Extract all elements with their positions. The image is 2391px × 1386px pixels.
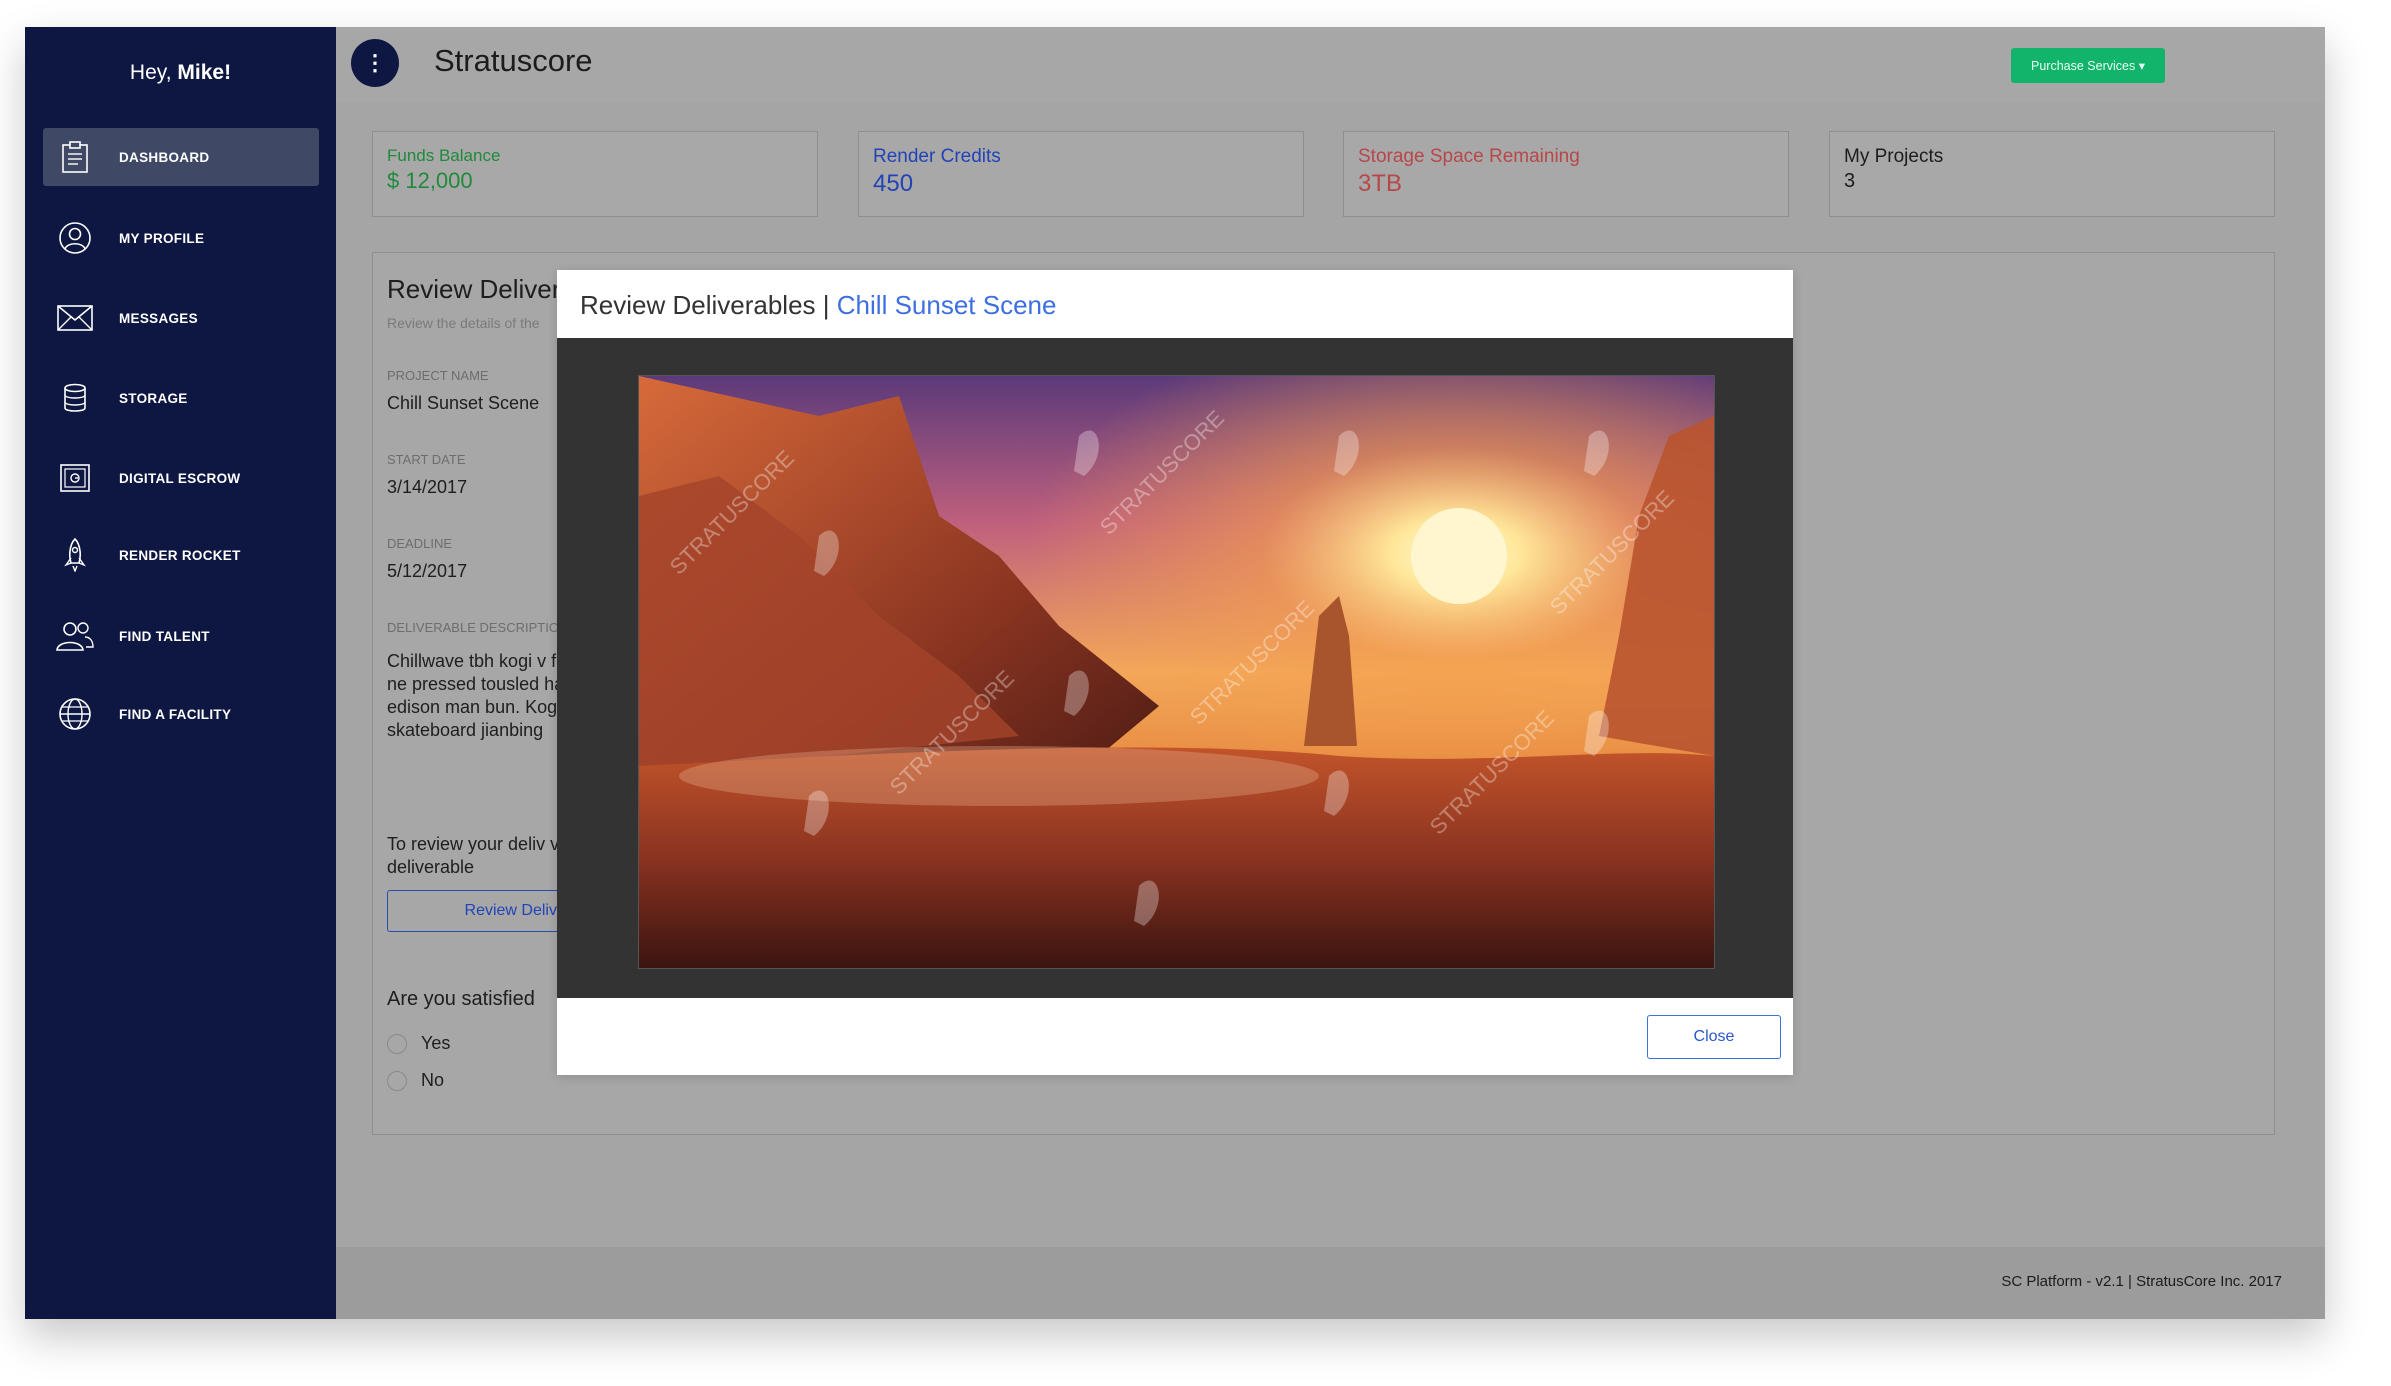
stat-label: Render Credits (873, 146, 1001, 167)
review-deliverables-modal: Review Deliverables | Chill Sunset Scene (557, 270, 1793, 1075)
app-title: Stratuscore (434, 43, 593, 78)
database-icon (55, 378, 95, 418)
sidebar-item-label: RENDER ROCKET (119, 547, 241, 563)
modal-title: Review Deliverables | Chill Sunset Scene (580, 290, 1056, 321)
sidebar-item-label: MY PROFILE (119, 230, 205, 246)
greeting-prefix: Hey, (129, 61, 172, 84)
modal-title-text: Review Deliverables (580, 290, 816, 320)
rocket-icon (55, 535, 95, 575)
stat-value: 3 (1844, 170, 1856, 192)
sidebar-item-label: FIND A FACILITY (119, 706, 232, 722)
close-button[interactable]: Close (1647, 1015, 1781, 1059)
start-date-label: START DATE (387, 452, 466, 467)
sidebar: Hey, Mike! DASHBOARD MY PROFILE MESSAGES (25, 27, 336, 1319)
stat-label: Funds Balance (387, 146, 501, 165)
stat-label: My Projects (1844, 146, 1944, 167)
sidebar-item-label: MESSAGES (119, 310, 198, 326)
stat-value: 450 (873, 170, 914, 197)
satisfaction-question: Are you satisfied (387, 988, 535, 1010)
deliverable-preview-image: STRATUSCORE STRATUSCORE STRATUSCORE STRA… (638, 375, 1715, 969)
stat-value: $ 12,000 (387, 168, 473, 193)
stat-card-projects: My Projects 3 (1829, 131, 2275, 217)
radio-button[interactable] (387, 1033, 407, 1054)
sidebar-item-label: STORAGE (119, 390, 188, 406)
modal-header: Review Deliverables | Chill Sunset Scene (557, 270, 1793, 338)
safe-icon (55, 458, 95, 498)
sidebar-item-storage[interactable]: STORAGE (43, 369, 319, 427)
description-label: DELIVERABLE DESCRIPTION (387, 620, 569, 635)
modal-title-separator: | (822, 290, 830, 320)
sidebar-item-find-talent[interactable]: FIND TALENT (43, 607, 319, 665)
radio-button[interactable] (387, 1070, 407, 1091)
greeting: Hey, Mike! (25, 61, 336, 85)
radio-label: No (421, 1070, 445, 1090)
footer-text: SC Platform - v2.1 | StratusCore Inc. 20… (2001, 1273, 2282, 1290)
envelope-icon (55, 298, 95, 338)
project-name-value: Chill Sunset Scene (387, 393, 540, 413)
globe-icon (55, 694, 95, 734)
modal-project-name: Chill Sunset Scene (836, 290, 1057, 320)
radio-option-yes[interactable]: Yes (387, 1033, 450, 1054)
sidebar-item-dashboard[interactable]: DASHBOARD (43, 128, 319, 186)
more-menu-icon[interactable]: ⋮ (351, 39, 399, 87)
deadline-value: 5/12/2017 (387, 561, 468, 581)
top-bar: ⋮ Stratuscore Purchase Services ▾ (336, 27, 2325, 102)
user-icon (55, 218, 95, 258)
sidebar-item-messages[interactable]: MESSAGES (43, 289, 319, 347)
project-name-label: PROJECT NAME (387, 368, 489, 383)
stat-card-storage: Storage Space Remaining 3TB (1343, 131, 1789, 217)
sidebar-item-render-rocket[interactable]: RENDER ROCKET (43, 526, 319, 584)
user-name: Mike! (177, 61, 232, 84)
footer: SC Platform - v2.1 | StratusCore Inc. 20… (336, 1247, 2325, 1319)
stat-card-render-credits: Render Credits 450 (858, 131, 1304, 217)
sidebar-item-label: DASHBOARD (119, 149, 210, 165)
start-date-value: 3/14/2017 (387, 477, 468, 497)
clipboard-icon (55, 137, 95, 177)
sidebar-item-digital-escrow[interactable]: DIGITAL ESCROW (43, 449, 319, 507)
radio-label: Yes (421, 1033, 451, 1053)
sidebar-item-label: FIND TALENT (119, 628, 210, 644)
stat-label: Storage Space Remaining (1358, 146, 1580, 167)
app-window: Hey, Mike! DASHBOARD MY PROFILE MESSAGES (25, 27, 2325, 1319)
deadline-label: DEADLINE (387, 536, 453, 551)
sidebar-item-my-profile[interactable]: MY PROFILE (43, 209, 319, 267)
purchase-services-button[interactable]: Purchase Services ▾ (2011, 48, 2165, 83)
users-icon (55, 616, 95, 656)
panel-subtitle: Review the details of the (387, 315, 540, 331)
sidebar-item-label: DIGITAL ESCROW (119, 470, 241, 486)
stat-card-funds: Funds Balance $ 12,000 (372, 131, 818, 217)
modal-footer: Close (557, 998, 1793, 1075)
radio-option-no[interactable]: No (387, 1070, 444, 1091)
sidebar-item-find-a-facility[interactable]: FIND A FACILITY (43, 685, 319, 743)
modal-body: STRATUSCORE STRATUSCORE STRATUSCORE STRA… (557, 338, 1793, 998)
stat-value: 3TB (1358, 170, 1403, 197)
